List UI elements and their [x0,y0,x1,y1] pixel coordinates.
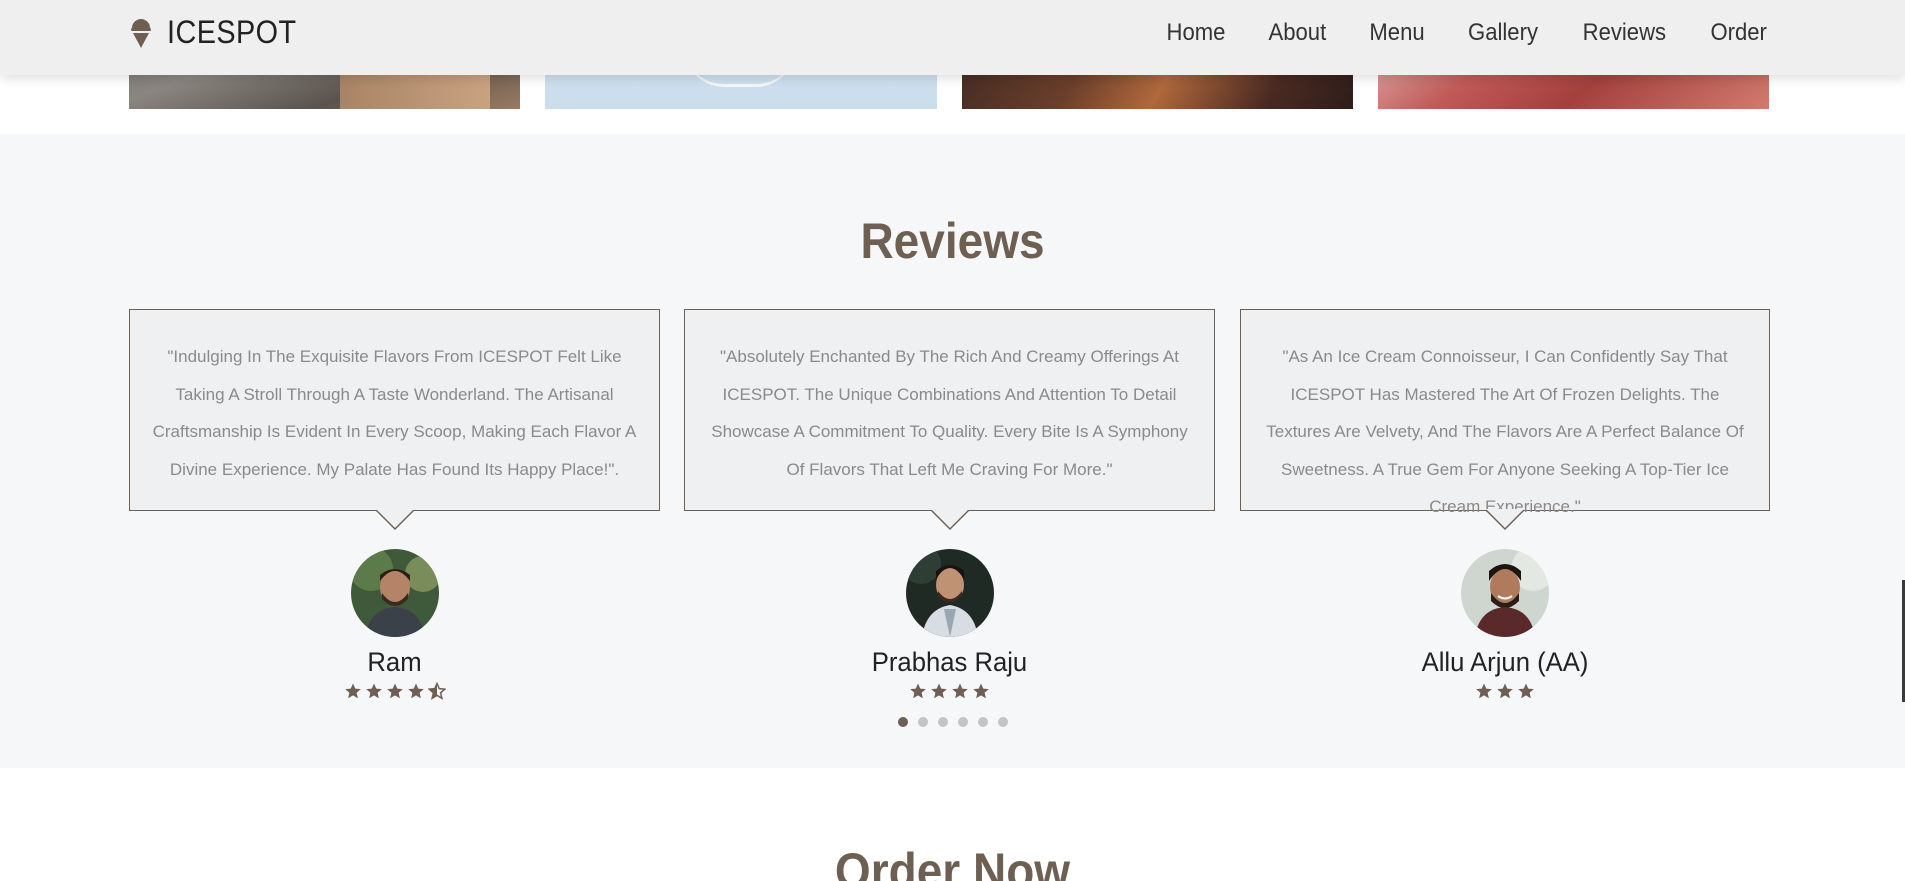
review-bubble: "Absolutely Enchanted By The Rich And Cr… [684,309,1215,530]
pagination-dot[interactable] [937,717,948,727]
main-nav: Home About Menu Gallery Reviews Order [1164,19,1769,47]
section-title: Reviews [860,213,1045,269]
nav-gallery[interactable]: Gallery [1468,19,1538,47]
avatar [350,549,439,637]
logo[interactable]: ICESPOT [129,14,311,50]
ice-cream-icon [131,19,151,48]
reviews-section: Reviews "Indulging In The Exquisite Flav… [0,134,1905,768]
review-card: "As An Ice Cream Connoisseur, I Can Conf… [1240,309,1770,700]
star-icon [1497,683,1513,699]
star-half-icon [427,682,446,700]
review-card: "Indulging In The Exquisite Flavors From… [129,309,660,700]
pagination-dot[interactable] [917,717,928,727]
pagination-dot[interactable] [957,717,968,727]
review-text: "Absolutely Enchanted By The Rich And Cr… [711,347,1188,479]
order-section-title: Order Now [834,843,1071,881]
rating-stars [129,682,660,700]
nav-reviews[interactable]: Reviews [1583,19,1666,47]
star-icon [407,683,424,699]
star-icon [952,683,968,699]
review-text: "As An Ice Cream Connoisseur, I Can Conf… [1266,347,1744,516]
carousel-pagination [0,717,1905,727]
nav-home[interactable]: Home [1167,19,1226,47]
review-bubble: "Indulging In The Exquisite Flavors From… [129,309,660,530]
nav-menu[interactable]: Menu [1369,19,1424,47]
star-icon [1476,683,1492,699]
pagination-dot[interactable] [977,717,988,727]
rating-stars [1240,682,1770,700]
pagination-dot[interactable] [897,717,908,727]
pagination-dot[interactable] [997,717,1008,727]
star-icon [365,683,382,699]
star-icon [973,683,989,699]
star-icon [1518,683,1534,699]
reviewer-name: Allu Arjun (AA) [1421,647,1589,677]
nav-about[interactable]: About [1269,19,1327,47]
reviewer-name: Ram [367,647,422,677]
rating-stars [684,682,1215,700]
star-icon [386,683,403,699]
review-bubble: "As An Ice Cream Connoisseur, I Can Conf… [1240,309,1770,530]
avatar [1461,549,1549,637]
star-icon [931,683,947,699]
site-header: ICESPOT Home About Menu Gallery Reviews … [0,0,1905,75]
avatar [905,549,994,637]
star-icon [910,683,926,699]
review-text: "Indulging In The Exquisite Flavors From… [152,347,637,479]
reviewer-name: Prabhas Raju [871,647,1028,677]
nav-order[interactable]: Order [1710,19,1766,47]
star-icon [344,683,361,699]
brand-name: ICESPOT [167,13,297,50]
review-card: "Absolutely Enchanted By The Rich And Cr… [684,309,1215,700]
